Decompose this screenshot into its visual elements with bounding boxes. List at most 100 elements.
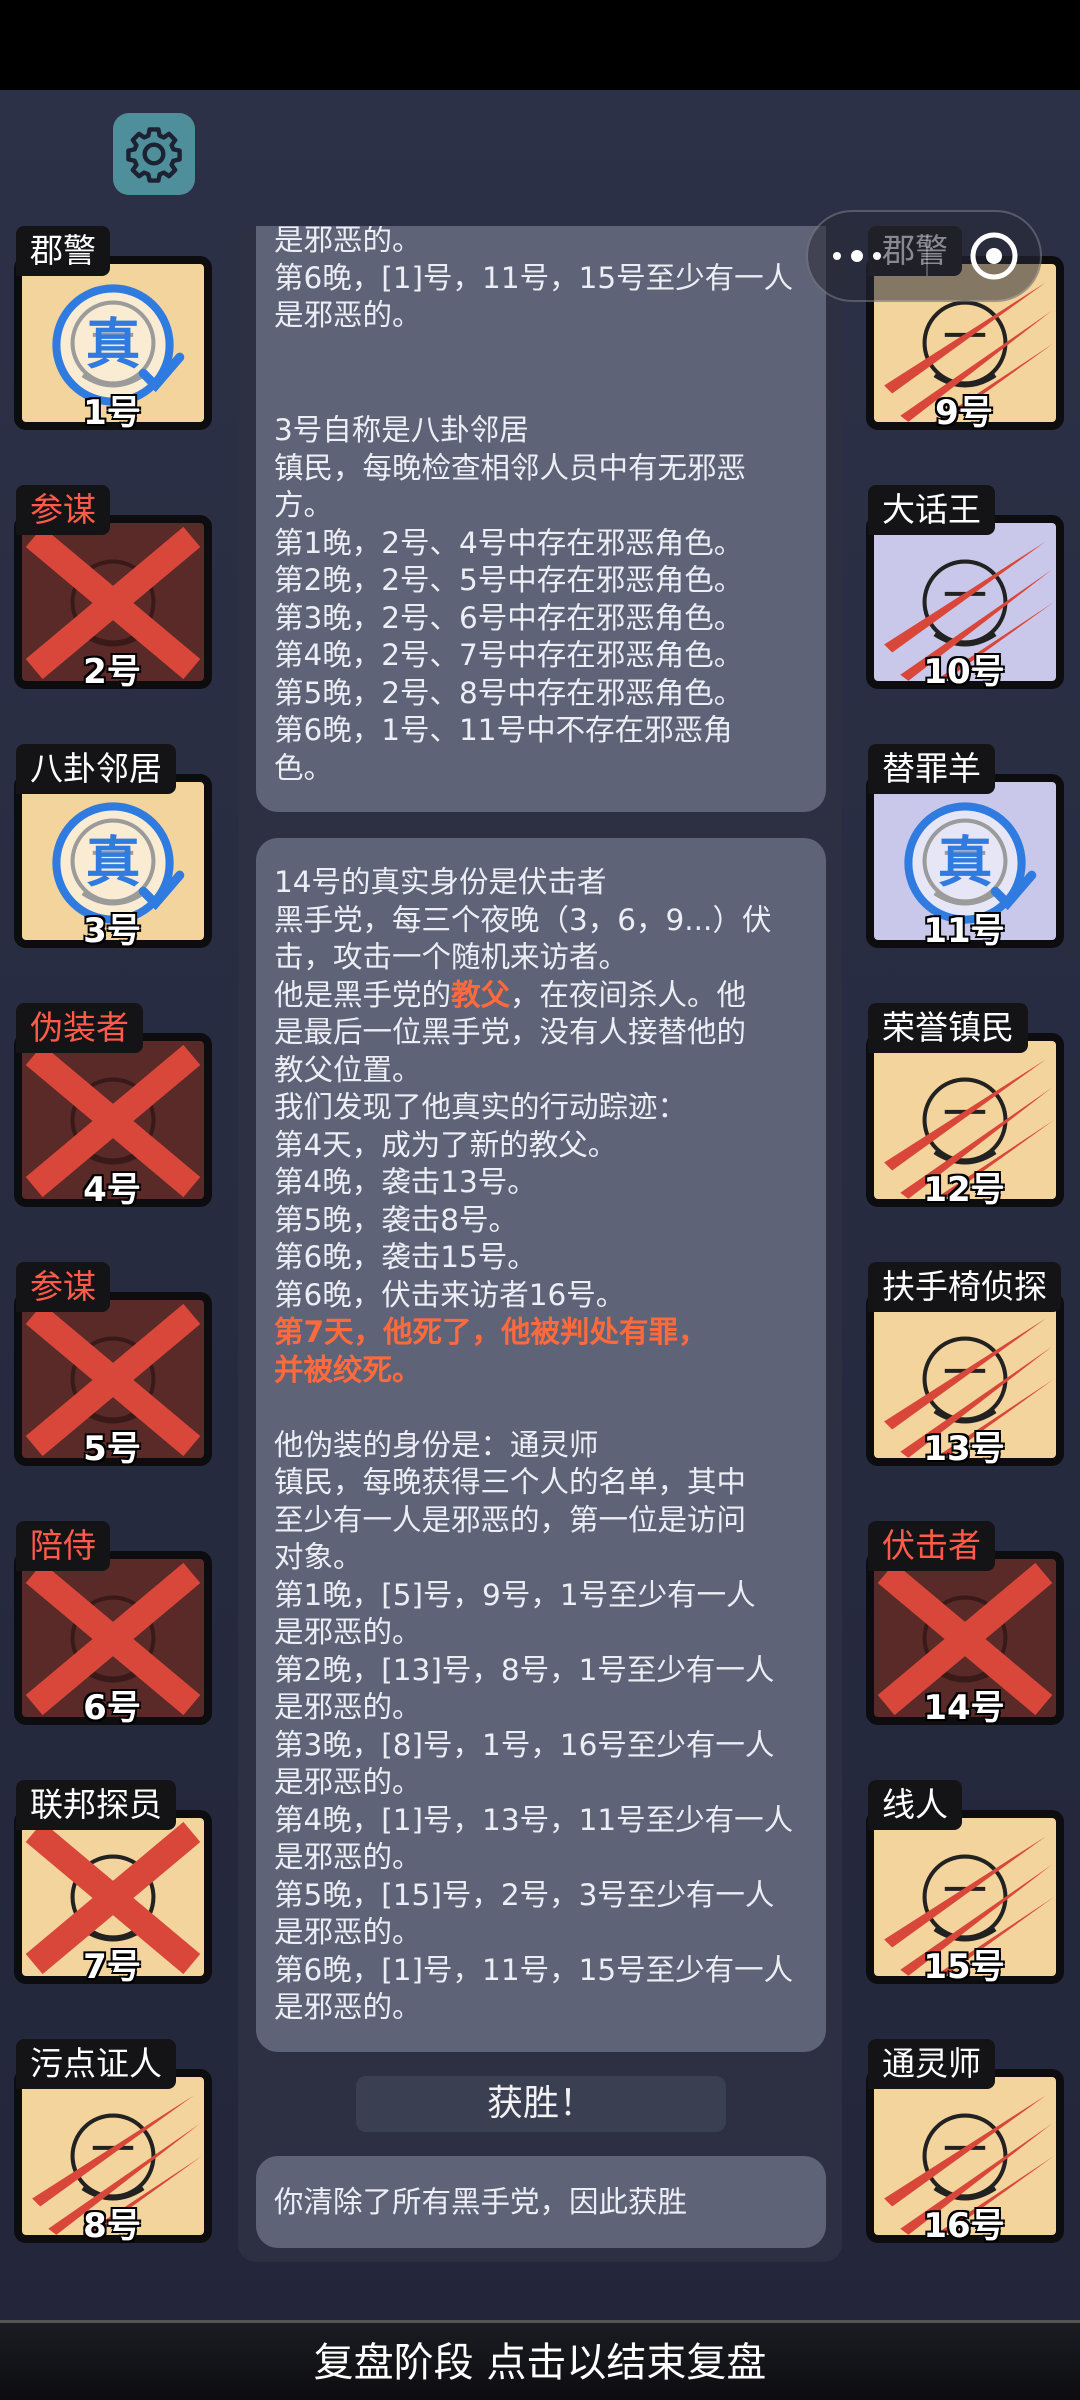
log-line: 第4晚，袭击13号。	[274, 1165, 537, 1199]
log-message-victory: 你清除了所有黑手党，因此获胜	[256, 2156, 826, 2248]
log-line: 是邪恶的。	[274, 226, 422, 257]
settings-button[interactable]	[113, 113, 195, 195]
mini-program-capsule	[806, 210, 1042, 302]
player-number: 3号	[83, 911, 141, 951]
log-line: 第5晚，[15]号，2号，3号至少有一人	[274, 1877, 775, 1912]
log-line: 第6晚，伏击来访者16号。	[274, 1277, 626, 1312]
log-line: 镇民，每晚获得三个人的名单，其中	[274, 1465, 747, 1499]
player-role-label: 联邦探员	[16, 1780, 176, 1830]
player-card-11[interactable]: 真 替罪羊 11号	[860, 744, 1068, 951]
player-card-13[interactable]: 扶手椅侦探 13号	[860, 1262, 1068, 1469]
log-line: 第2晚，[13]号，8号，1号至少有一人	[274, 1652, 775, 1687]
log-line: 我们发现了他真实的行动踪迹：	[274, 1090, 688, 1124]
player-number: 10号	[923, 652, 1005, 692]
log-line: 色。	[274, 750, 334, 785]
player-card-14[interactable]: 伏击者 14号	[860, 1521, 1068, 1728]
player-role-label: 郡警	[16, 226, 110, 276]
death-notice: 并被绞死。	[274, 1352, 422, 1387]
target-circle-icon[interactable]	[967, 229, 1021, 283]
player-role-label: 大话王	[868, 485, 995, 535]
log-line: 是邪恶的。	[274, 1690, 422, 1724]
player-number: 11号	[923, 911, 1005, 951]
gear-icon	[126, 127, 182, 183]
capsule-divider	[925, 236, 928, 276]
log-line: 方。	[274, 488, 334, 522]
player-card-10[interactable]: 大话王 10号	[860, 485, 1068, 692]
log-line: 第2晚，2号、5号中存在邪恶角色。	[274, 563, 744, 597]
player-role-label: 污点证人	[16, 2039, 176, 2089]
log-line: 第6晚，[1]号，11号，15号至少有一人	[274, 260, 794, 295]
player-card-5[interactable]: 参谋 5号	[8, 1262, 216, 1469]
player-card-7[interactable]: 联邦探员 7号	[8, 1780, 216, 1987]
player-role-label: 伪装者	[16, 1003, 143, 1053]
more-dots-icon[interactable]	[827, 246, 887, 266]
log-line: 第5晚，袭击8号。	[274, 1202, 519, 1237]
log-line: 教父位置。	[274, 1052, 422, 1087]
verified-badge-text: 真	[86, 312, 141, 376]
player-card-1[interactable]: 真 郡警 1号	[8, 226, 216, 433]
player-number: 6号	[83, 1688, 141, 1728]
log-line: 第1晚，[5]号，9号，1号至少有一人	[274, 1577, 756, 1612]
log-text: 他是黑手党的	[274, 977, 452, 1012]
player-role-label: 替罪羊	[868, 744, 995, 794]
log-line: 是邪恶的。	[274, 1840, 422, 1874]
log-line: 是邪恶的。	[274, 1915, 422, 1949]
log-line: 第6晚，1号、11号中不存在邪恶角	[274, 713, 733, 747]
log-line: 他是黑手党的教父，在夜间杀人。他	[274, 977, 808, 1015]
log-line: 是邪恶的。	[274, 1765, 422, 1799]
log-line: 第1晚，2号、4号中存在邪恶角色。	[274, 525, 744, 560]
verified-badge-text: 真	[86, 830, 141, 894]
player-number: 16号	[923, 2206, 1005, 2246]
player-number: 7号	[83, 1947, 141, 1987]
log-message-2: 3号自称是八卦邻居 镇民，每晚检查相邻人员中有无邪恶 方。 第1晚，2号、4号中…	[256, 386, 826, 812]
player-card-8[interactable]: 污点证人 8号	[8, 2039, 216, 2246]
log-text: ，在夜间杀人。他	[510, 977, 747, 1012]
player-card-15[interactable]: 线人 15号	[860, 1780, 1068, 1987]
player-number: 13号	[923, 1429, 1005, 1469]
player-role-label: 线人	[868, 1780, 962, 1830]
log-line: 是邪恶的。	[274, 1615, 422, 1649]
victory-text: 你清除了所有黑手党，因此获胜	[274, 2185, 688, 2219]
log-line: 第4天，成为了新的教父。	[274, 1127, 618, 1162]
log-line: 他伪装的身份是：通灵师	[274, 1427, 599, 1462]
log-line: 至少有一人是邪恶的，第一位是访问	[274, 1502, 747, 1537]
verified-badge-text: 真	[938, 830, 993, 894]
player-card-16[interactable]: 通灵师 16号	[860, 2039, 1068, 2246]
log-line: 第6晚，袭击15号。	[274, 1240, 537, 1274]
death-notice: 第7天，他死了，他被判处有罪，	[274, 1315, 708, 1349]
log-line: 第5晚，2号、8号中存在邪恶角色。	[274, 675, 744, 710]
player-card-4[interactable]: 伪装者 4号	[8, 1003, 216, 1210]
end-replay-button[interactable]: 复盘阶段 点击以结束复盘	[0, 2320, 1080, 2400]
player-number: 15号	[923, 1947, 1005, 1987]
player-card-6[interactable]: 陪侍 6号	[8, 1521, 216, 1728]
log-line: 第4晚，2号、7号中存在邪恶角色。	[274, 638, 744, 672]
log-line: 是邪恶的。	[274, 298, 422, 332]
player-number: 8号	[83, 2206, 141, 2246]
player-card-3[interactable]: 真 八卦邻居 3号	[8, 744, 216, 951]
player-number: 1号	[83, 393, 141, 433]
player-card-12[interactable]: 荣誉镇民 12号	[860, 1003, 1068, 1210]
log-line: 击，攻击一个随机来访者。	[274, 940, 629, 974]
player-role-label: 伏击者	[868, 1521, 995, 1571]
player-number: 4号	[83, 1170, 141, 1210]
log-line: 14号的真实身份是伏击者	[274, 865, 607, 899]
player-card-2[interactable]: 参谋 2号	[8, 485, 216, 692]
log-line: 对象。	[274, 1540, 363, 1574]
log-line: 是最后一位黑手党，没有人接替他的	[274, 1015, 747, 1049]
player-number: 2号	[83, 652, 141, 692]
player-role-label: 扶手椅侦探	[868, 1262, 1061, 1312]
player-number: 14号	[923, 1688, 1005, 1728]
player-number: 9号	[935, 393, 993, 433]
player-role-label: 八卦邻居	[16, 744, 176, 794]
godfather-highlight: 教父	[451, 977, 511, 1012]
log-line: 3号自称是八卦邻居	[274, 413, 529, 447]
player-role-label: 陪侍	[16, 1521, 110, 1571]
status-bar	[0, 0, 1080, 90]
player-number: 5号	[83, 1429, 141, 1469]
victory-label: 获胜！	[356, 2076, 726, 2132]
player-role-label: 通灵师	[868, 2039, 995, 2089]
log-line: 黑手党，每三个夜晚（3，6，9...）伏	[274, 902, 772, 937]
log-line: 第4晚，[1]号，13号，11号至少有一人	[274, 1802, 794, 1837]
replay-log-panel[interactable]: 是邪恶的。 第6晚，[1]号，11号，15号至少有一人 是邪恶的。 3号自称是八…	[238, 226, 842, 2262]
